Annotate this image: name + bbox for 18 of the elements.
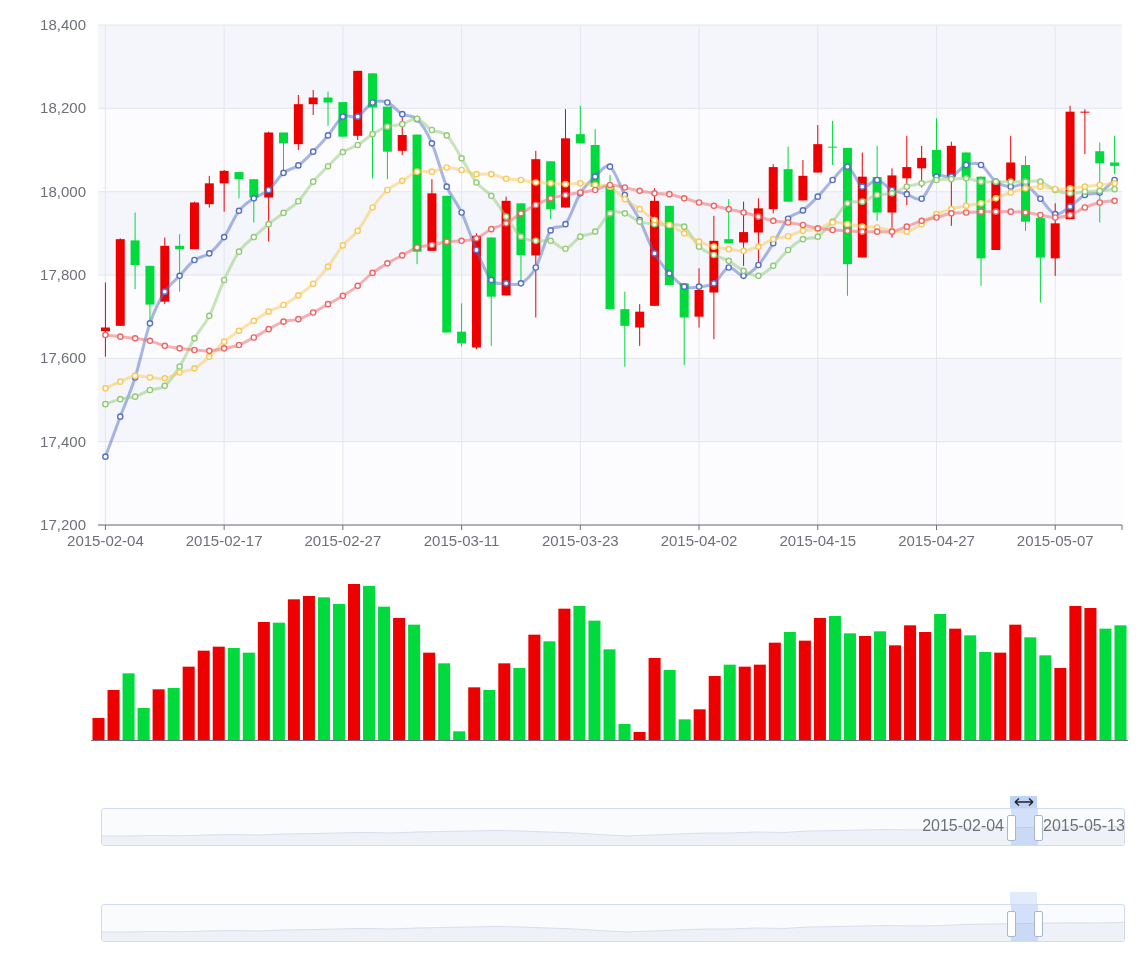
axis-label: 2015-02-17: [185, 532, 263, 549]
slider-label: 2015-05-13: [1043, 817, 1125, 835]
axis-label: 17,800: [40, 266, 86, 283]
axis-label: 2015-05-07: [1016, 532, 1094, 549]
axis-label: 17,200: [40, 516, 86, 533]
axis-label: 2015-03-23: [541, 532, 619, 549]
axis-label: 2015-04-02: [660, 532, 738, 549]
axis-label: 17,600: [40, 349, 86, 367]
axis-label: 17,400: [40, 432, 86, 450]
axis-label: 18,000: [40, 182, 86, 200]
axis-label: 18,200: [40, 99, 86, 117]
axis-label: 18,400: [40, 16, 86, 33]
axis-label: 2015-03-11: [423, 532, 500, 549]
axis-label: 2015-02-04: [67, 532, 144, 549]
slider-label: 2015-02-04: [922, 817, 1004, 835]
axis-label: 2015-04-15: [779, 532, 857, 549]
axis-label: 2015-04-27: [898, 532, 975, 549]
axis-label: 2015-02-27: [304, 532, 382, 549]
